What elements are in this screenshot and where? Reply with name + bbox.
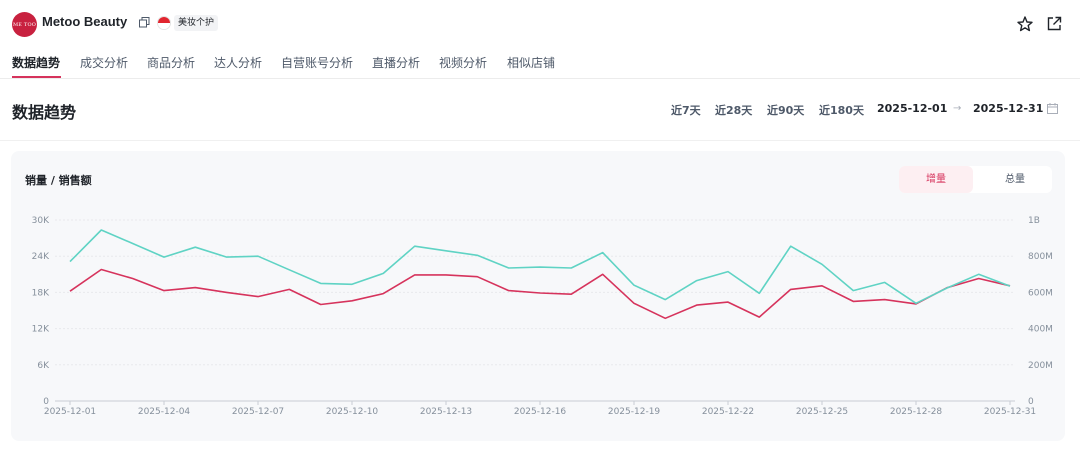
- x-tick-label: 2025-12-16: [514, 407, 567, 417]
- x-tick-label: 2025-12-31: [984, 407, 1036, 417]
- y-right-tick-label: 0: [1028, 397, 1034, 407]
- x-tick-label: 2025-12-10: [326, 407, 379, 417]
- x-tick-label: 2025-12-22: [702, 407, 754, 417]
- y-right-tick-label: 1B: [1028, 216, 1040, 226]
- y-left-tick-label: 0: [43, 397, 49, 407]
- y-right-tick-label: 400M: [1028, 325, 1053, 335]
- y-left-tick-label: 12K: [32, 325, 50, 335]
- x-tick-label: 2025-12-04: [138, 407, 191, 417]
- x-tick-label: 2025-12-13: [420, 407, 472, 417]
- y-left-tick-label: 24K: [32, 252, 50, 262]
- x-tick-label: 2025-12-25: [796, 407, 848, 417]
- x-tick-label: 2025-12-19: [608, 407, 661, 417]
- y-right-tick-label: 200M: [1028, 361, 1053, 371]
- x-tick-label: 2025-12-28: [890, 407, 943, 417]
- x-tick-label: 2025-12-01: [44, 407, 96, 417]
- y-left-tick-label: 6K: [37, 361, 50, 371]
- y-right-tick-label: 600M: [1028, 288, 1053, 298]
- y-right-tick-label: 800M: [1028, 252, 1053, 262]
- y-left-tick-label: 30K: [32, 216, 50, 226]
- x-tick-label: 2025-12-07: [232, 407, 284, 417]
- sales-volume-line: [69, 268, 1011, 320]
- sales-line-chart: 0 0 6K 200M 12K 400M 18K 600M 24K 800M 30K 1B 2025-1…: [32, 216, 1053, 417]
- y-left-tick-label: 18K: [32, 288, 50, 298]
